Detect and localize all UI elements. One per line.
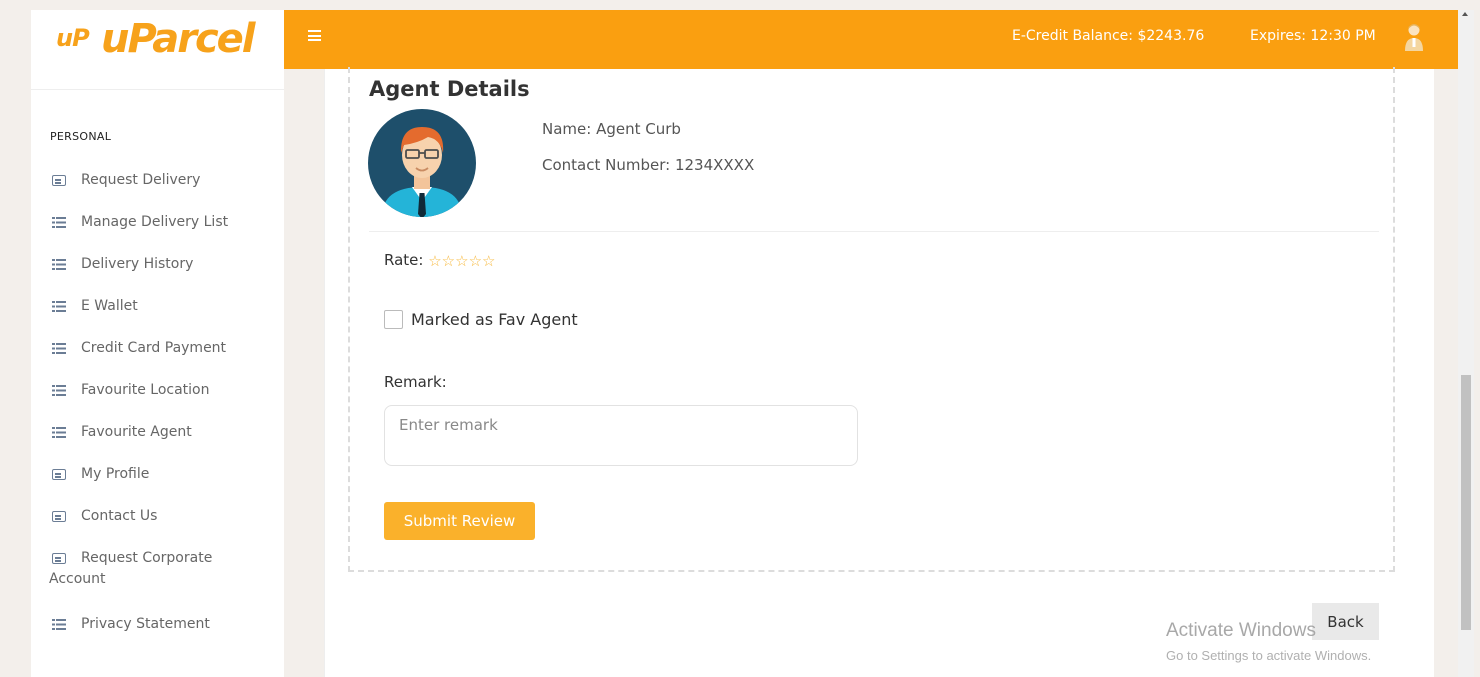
logo-wordmark: uParcel [101, 16, 256, 62]
agent-contact-number: Contact Number: 1234XXXX [542, 156, 755, 174]
sidebar-item-label: Delivery History [81, 256, 194, 272]
sidebar-item-label-line2: Account [49, 571, 106, 587]
rating-row: Rate: ☆☆☆☆☆ [384, 251, 495, 270]
remark-input[interactable] [384, 405, 858, 466]
page-scrollbar[interactable] [1458, 10, 1474, 677]
credit-expires: Expires: 12:30 PM [1250, 28, 1376, 44]
main-content: Agent Details Name: Agent Curb Contact N… [324, 67, 1434, 677]
logo[interactable]: uP uParcel [31, 10, 284, 90]
user-avatar-icon[interactable] [1404, 23, 1424, 53]
sidebar-item-label: Privacy Statement [81, 616, 210, 632]
back-button[interactable]: Back [1312, 603, 1379, 640]
list-icon [52, 301, 66, 312]
sidebar-item-request-delivery[interactable]: Request Delivery [31, 170, 284, 212]
sidebar-item-privacy-statement[interactable]: Privacy Statement [31, 614, 284, 656]
sidebar-item-manage-delivery-list[interactable]: Manage Delivery List [31, 212, 284, 254]
list-icon [52, 343, 66, 354]
sidebar-item-label: Request Delivery [81, 172, 201, 188]
sidebar-item-label: Request Corporate [81, 550, 213, 566]
fav-agent-checkbox[interactable] [384, 310, 403, 329]
sidebar-item-label: My Profile [81, 466, 150, 482]
divider [369, 231, 1379, 232]
agent-name: Name: Agent Curb [542, 120, 681, 138]
fav-agent-label: Marked as Fav Agent [411, 310, 578, 329]
card-icon [52, 511, 66, 522]
sidebar-item-delivery-history[interactable]: Delivery History [31, 254, 284, 296]
sidebar-section-label: PERSONAL [50, 130, 112, 143]
fav-agent-toggle[interactable]: Marked as Fav Agent [384, 310, 578, 329]
list-icon [52, 619, 66, 630]
list-icon [52, 217, 66, 228]
sidebar: uP uParcel PERSONAL Request Delivery Man… [31, 10, 284, 677]
activate-windows-hint: Go to Settings to activate Windows. [1166, 648, 1372, 663]
card-icon [52, 175, 66, 186]
activate-windows-watermark: Activate Windows [1166, 620, 1316, 641]
agent-avatar [368, 109, 476, 217]
sidebar-item-label: Contact Us [81, 508, 158, 524]
star-rating[interactable]: ☆☆☆☆☆ [428, 252, 495, 270]
sidebar-item-favourite-agent[interactable]: Favourite Agent [31, 422, 284, 464]
sidebar-item-e-wallet[interactable]: E Wallet [31, 296, 284, 338]
submit-review-button[interactable]: Submit Review [384, 502, 535, 540]
logo-mark: uP [56, 24, 90, 52]
card-icon [52, 553, 66, 564]
agent-details-title: Agent Details [369, 77, 530, 101]
card-icon [52, 469, 66, 480]
remark-label: Remark: [384, 373, 447, 391]
sidebar-item-contact-us[interactable]: Contact Us [31, 506, 284, 548]
sidebar-item-credit-card-payment[interactable]: Credit Card Payment [31, 338, 284, 380]
scroll-thumb[interactable] [1461, 375, 1471, 630]
sidebar-item-favourite-location[interactable]: Favourite Location [31, 380, 284, 422]
list-icon [52, 427, 66, 438]
sidebar-item-label: E Wallet [81, 298, 138, 314]
credit-balance: E-Credit Balance: $2243.76 [1012, 28, 1205, 44]
sidebar-item-request-corporate-account[interactable]: Request Corporate Account [31, 548, 284, 614]
top-bar: E-Credit Balance: $2243.76 Expires: 12:3… [284, 10, 1458, 69]
rate-label: Rate: [384, 251, 424, 269]
sidebar-item-label: Credit Card Payment [81, 340, 227, 356]
sidebar-menu: Request Delivery Manage Delivery List De… [31, 170, 284, 656]
list-icon [52, 385, 66, 396]
sidebar-item-label: Favourite Location [81, 382, 210, 398]
list-icon [52, 259, 66, 270]
sidebar-item-my-profile[interactable]: My Profile [31, 464, 284, 506]
hamburger-menu-icon[interactable] [308, 30, 321, 41]
scroll-up-arrow-icon[interactable] [1462, 12, 1468, 16]
sidebar-item-label: Manage Delivery List [81, 214, 229, 230]
agent-review-panel: Agent Details Name: Agent Curb Contact N… [348, 67, 1395, 572]
sidebar-item-label: Favourite Agent [81, 424, 192, 440]
